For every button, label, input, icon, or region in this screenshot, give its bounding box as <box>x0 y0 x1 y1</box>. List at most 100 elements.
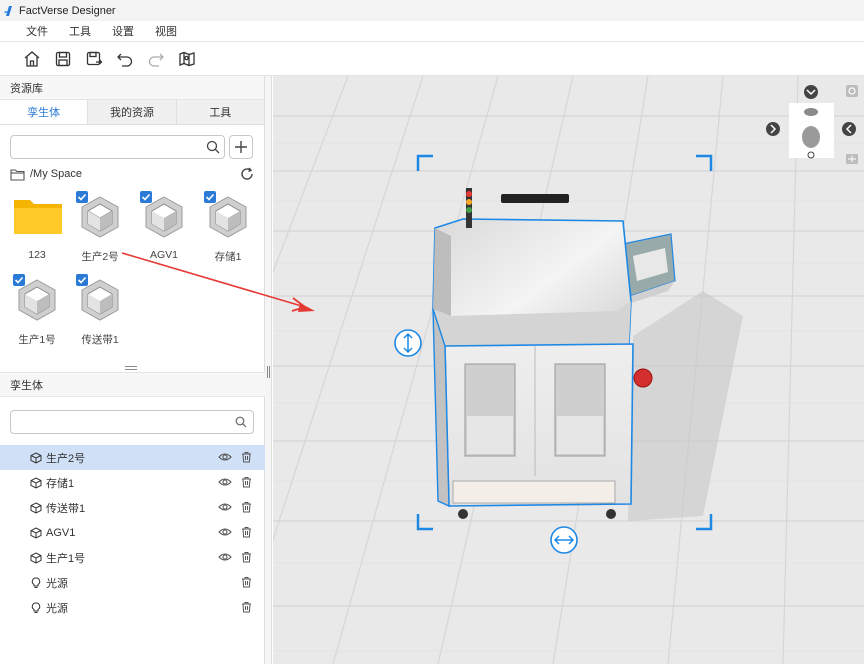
trash-icon[interactable] <box>241 526 252 538</box>
splitter[interactable] <box>265 76 272 664</box>
tree-item-label: 存储1 <box>46 477 75 490</box>
tab-my-resources[interactable]: 我的资源 <box>88 100 177 124</box>
asset-label: 生产1号 <box>18 334 56 346</box>
splitter-grip[interactable] <box>267 366 270 378</box>
tree-item-label: AGV1 <box>46 526 76 539</box>
check-icon <box>14 276 24 284</box>
redo-icon <box>148 53 164 67</box>
trash-icon[interactable] <box>241 451 252 463</box>
home-button[interactable] <box>22 49 42 69</box>
checkbox[interactable] <box>13 274 25 286</box>
twin-search-input[interactable] <box>11 411 221 433</box>
library-search-input[interactable] <box>11 136 191 158</box>
3d-viewport[interactable] <box>273 76 864 664</box>
breadcrumb: /My Space <box>0 162 264 186</box>
checkbox[interactable] <box>76 191 88 203</box>
view-navigator[interactable] <box>766 85 858 164</box>
home-icon <box>24 50 40 67</box>
tree-item[interactable]: 生产1号 <box>0 545 265 570</box>
map-button[interactable] <box>177 49 197 69</box>
toolbar <box>0 42 864 76</box>
trash-icon[interactable] <box>241 576 252 588</box>
plus-icon <box>235 141 247 153</box>
folder-outline-icon <box>10 168 25 181</box>
library-search <box>10 135 225 159</box>
asset-model[interactable]: 生产2号 <box>70 191 130 266</box>
twin-cube-icon <box>30 476 42 489</box>
tab-twins[interactable]: 孪生体 <box>0 100 89 124</box>
checkbox[interactable] <box>140 191 152 203</box>
search-icon[interactable] <box>235 416 247 428</box>
tree-item[interactable]: AGV1 <box>0 520 265 545</box>
twin-search <box>10 410 254 434</box>
redo-button[interactable] <box>146 49 166 69</box>
lightbulb-icon <box>31 577 41 588</box>
trash-icon[interactable] <box>241 551 252 563</box>
checkbox[interactable] <box>204 191 216 203</box>
save-icon <box>55 51 71 66</box>
vertical-move-handle[interactable] <box>394 329 422 357</box>
rotate-handle[interactable] <box>550 526 578 554</box>
tree-item-label: 光源 <box>46 602 68 615</box>
tree-item[interactable]: 存储1 <box>0 470 265 495</box>
tab-tools[interactable]: 工具 <box>176 100 264 124</box>
current-path: /My Space <box>30 168 82 180</box>
search-icon[interactable] <box>206 140 220 154</box>
trash-icon[interactable] <box>241 601 252 613</box>
asset-model[interactable]: 存储1 <box>198 191 258 266</box>
asset-folder[interactable]: 123 <box>7 194 67 266</box>
lightbulb-icon <box>31 602 41 613</box>
eye-icon[interactable] <box>218 451 232 463</box>
save-as-icon <box>86 51 103 65</box>
tree-item-label: 生产1号 <box>46 552 86 565</box>
asset-label: AGV1 <box>149 249 178 261</box>
map-icon <box>179 51 195 66</box>
eye-icon[interactable] <box>218 526 232 538</box>
asset-model[interactable]: 传送带1 <box>70 274 130 349</box>
check-icon <box>77 193 87 201</box>
menu-bar: 文件 工具 设置 视图 <box>0 21 864 42</box>
trash-icon[interactable] <box>241 501 252 513</box>
trash-icon[interactable] <box>241 476 252 488</box>
twin-cube-icon <box>30 451 42 464</box>
menu-settings[interactable]: 设置 <box>112 23 134 39</box>
undo-icon <box>117 53 133 67</box>
check-icon <box>205 193 215 201</box>
menu-file[interactable]: 文件 <box>26 23 48 39</box>
eye-icon[interactable] <box>218 476 232 488</box>
twins-header: 孪生体 <box>0 372 265 397</box>
app-logo-icon <box>4 5 12 16</box>
asset-label: 生产2号 <box>81 251 119 263</box>
machine-model[interactable] <box>432 188 743 521</box>
save-as-button[interactable] <box>84 49 104 69</box>
refresh-icon[interactable] <box>240 167 254 181</box>
eye-icon[interactable] <box>218 501 232 513</box>
asset-model[interactable]: AGV1 <box>134 191 194 266</box>
menu-view[interactable]: 视图 <box>155 23 177 39</box>
asset-label: 123 <box>28 249 46 261</box>
tree-item[interactable]: 生产2号 <box>0 445 265 470</box>
tree-item-label: 生产2号 <box>46 452 86 465</box>
check-icon <box>77 276 87 284</box>
undo-button[interactable] <box>115 49 135 69</box>
left-panel: 资源库 孪生体 我的资源 工具 /My Space 123 生产2号 AGV1 … <box>0 76 265 664</box>
library-header: 资源库 <box>0 76 264 100</box>
twin-cube-icon <box>30 501 42 514</box>
eye-icon[interactable] <box>218 551 232 563</box>
tree-item[interactable]: 光源 <box>0 570 265 595</box>
title-bar: FactVerse Designer <box>0 0 864 21</box>
panel-resize-grip[interactable] <box>125 366 137 370</box>
save-button[interactable] <box>53 49 73 69</box>
twin-cube-icon <box>30 526 42 539</box>
asset-model[interactable]: 生产1号 <box>7 274 67 349</box>
add-button[interactable] <box>229 135 253 159</box>
asset-label: 传送带1 <box>81 334 119 346</box>
menu-tools[interactable]: 工具 <box>69 23 91 39</box>
tree-item-label: 光源 <box>46 577 68 590</box>
tree-item[interactable]: 光源 <box>0 595 265 620</box>
tree-item[interactable]: 传送带1 <box>0 495 265 520</box>
asset-grid: 123 生产2号 AGV1 存储1 生产1号 传送带1 <box>0 186 264 346</box>
tree-item-label: 传送带1 <box>46 502 86 515</box>
checkbox[interactable] <box>76 274 88 286</box>
scene-canvas[interactable] <box>273 76 864 664</box>
